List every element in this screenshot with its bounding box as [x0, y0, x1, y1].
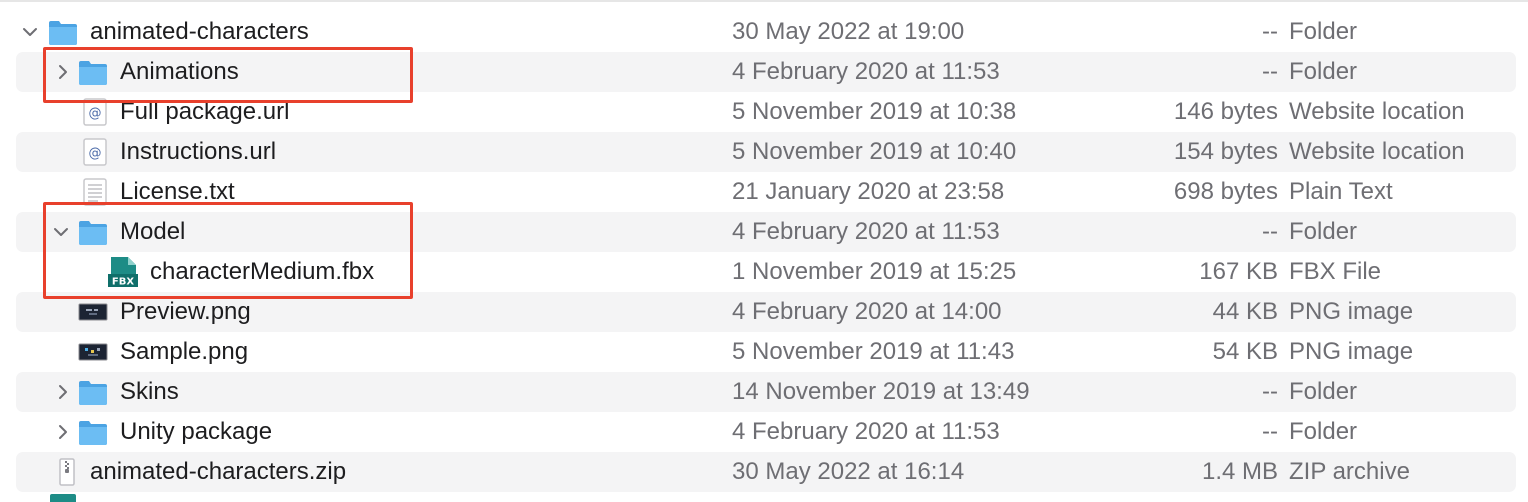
- file-row[interactable]: Sample.png 5 November 2019 at 11:43 54 K…: [16, 332, 1516, 372]
- file-name: Instructions.url: [120, 138, 277, 165]
- file-size: 1.4 MB: [1201, 458, 1278, 485]
- folder-icon: [48, 18, 78, 46]
- file-name: animated-characters: [90, 18, 309, 45]
- file-kind: FBX File: [1289, 258, 1382, 285]
- file-size: 54 KB: [1212, 338, 1278, 365]
- image-file-icon: [78, 298, 108, 326]
- folder-icon: [78, 378, 108, 406]
- file-name: animated-characters.zip: [90, 458, 347, 485]
- file-size: 44 KB: [1212, 298, 1278, 325]
- file-kind: Folder: [1289, 218, 1358, 245]
- file-date: 21 January 2020 at 23:58: [732, 178, 1005, 205]
- file-row[interactable]: Preview.png 4 February 2020 at 14:00 44 …: [16, 292, 1516, 332]
- file-size: --: [1262, 18, 1278, 45]
- folder-icon: [78, 418, 108, 446]
- file-name: characterMedium.fbx: [150, 258, 375, 285]
- svg-text:@: @: [89, 146, 102, 161]
- file-date: 5 November 2019 at 10:38: [732, 98, 1017, 125]
- file-date: 30 May 2022 at 19:00: [732, 18, 965, 45]
- file-name: License.txt: [120, 178, 235, 205]
- file-size: 167 KB: [1199, 258, 1278, 285]
- file-size: --: [1262, 58, 1278, 85]
- file-date: 14 November 2019 at 13:49: [732, 378, 1030, 405]
- image-file-icon: [78, 338, 108, 366]
- file-name: Unity package: [120, 418, 273, 445]
- file-size: --: [1262, 218, 1278, 245]
- partial-file-icon: [50, 494, 76, 502]
- file-size: 154 bytes: [1173, 138, 1278, 165]
- chevron-right-icon[interactable]: [54, 382, 72, 402]
- file-kind: Folder: [1289, 58, 1358, 85]
- file-kind: Folder: [1289, 18, 1358, 45]
- file-row[interactable]: License.txt 21 January 2020 at 23:58 698…: [16, 172, 1516, 212]
- file-kind: Website location: [1289, 138, 1465, 165]
- chevron-right-icon[interactable]: [54, 422, 72, 442]
- chevron-right-icon[interactable]: [54, 62, 72, 82]
- file-row[interactable]: Skins 14 November 2019 at 13:49 -- Folde…: [16, 372, 1516, 412]
- divider: [0, 0, 1528, 2]
- folder-icon: [78, 58, 108, 86]
- file-kind: PNG image: [1289, 338, 1414, 365]
- file-date: 4 February 2020 at 11:53: [732, 418, 1000, 445]
- file-row[interactable]: Animations 4 February 2020 at 11:53 -- F…: [16, 52, 1516, 92]
- folder-icon: [78, 218, 108, 246]
- file-kind: Website location: [1289, 98, 1465, 125]
- file-kind: Plain Text: [1289, 178, 1393, 205]
- file-date: 4 February 2020 at 14:00: [732, 298, 1002, 325]
- file-size: 146 bytes: [1173, 98, 1278, 125]
- file-name: Sample.png: [120, 338, 249, 365]
- file-size: --: [1262, 418, 1278, 445]
- chevron-down-icon[interactable]: [21, 22, 39, 42]
- url-file-icon: @: [80, 98, 110, 126]
- file-row[interactable]: animated-characters.zip 30 May 2022 at 1…: [16, 452, 1516, 492]
- file-row[interactable]: Model 4 February 2020 at 11:53 -- Folder: [16, 212, 1516, 252]
- url-file-icon: @: [80, 138, 110, 166]
- file-kind: ZIP archive: [1289, 458, 1410, 485]
- file-date: 5 November 2019 at 10:40: [732, 138, 1017, 165]
- file-row[interactable]: @ Instructions.url 5 November 2019 at 10…: [16, 132, 1516, 172]
- file-date: 1 November 2019 at 15:25: [732, 258, 1017, 285]
- file-name: Preview.png: [120, 298, 251, 325]
- file-row[interactable]: FBX characterMedium.fbx 1 November 2019 …: [16, 252, 1516, 292]
- svg-text:FBX: FBX: [112, 277, 134, 288]
- fbx-file-icon: FBX: [108, 256, 138, 288]
- file-date: 30 May 2022 at 16:14: [732, 458, 965, 485]
- file-size: --: [1262, 378, 1278, 405]
- file-size: 698 bytes: [1173, 178, 1278, 205]
- zip-file-icon: [52, 458, 82, 486]
- file-row[interactable]: animated-characters 30 May 2022 at 19:00…: [16, 12, 1516, 52]
- file-name: Skins: [120, 378, 179, 405]
- file-list: animated-characters 30 May 2022 at 19:00…: [0, 0, 1528, 502]
- file-kind: PNG image: [1289, 298, 1414, 325]
- file-name: Animations: [120, 58, 239, 85]
- file-date: 4 February 2020 at 11:53: [732, 218, 1000, 245]
- file-kind: Folder: [1289, 418, 1358, 445]
- svg-text:@: @: [89, 106, 102, 121]
- chevron-down-icon[interactable]: [52, 222, 70, 242]
- file-name: Full package.url: [120, 98, 290, 125]
- file-name: Model: [120, 218, 186, 245]
- file-row[interactable]: Unity package 4 February 2020 at 11:53 -…: [16, 412, 1516, 452]
- file-date: 5 November 2019 at 11:43: [732, 338, 1015, 365]
- file-date: 4 February 2020 at 11:53: [732, 58, 1000, 85]
- file-kind: Folder: [1289, 378, 1358, 405]
- file-row[interactable]: @ Full package.url 5 November 2019 at 10…: [16, 92, 1516, 132]
- text-file-icon: [80, 178, 110, 206]
